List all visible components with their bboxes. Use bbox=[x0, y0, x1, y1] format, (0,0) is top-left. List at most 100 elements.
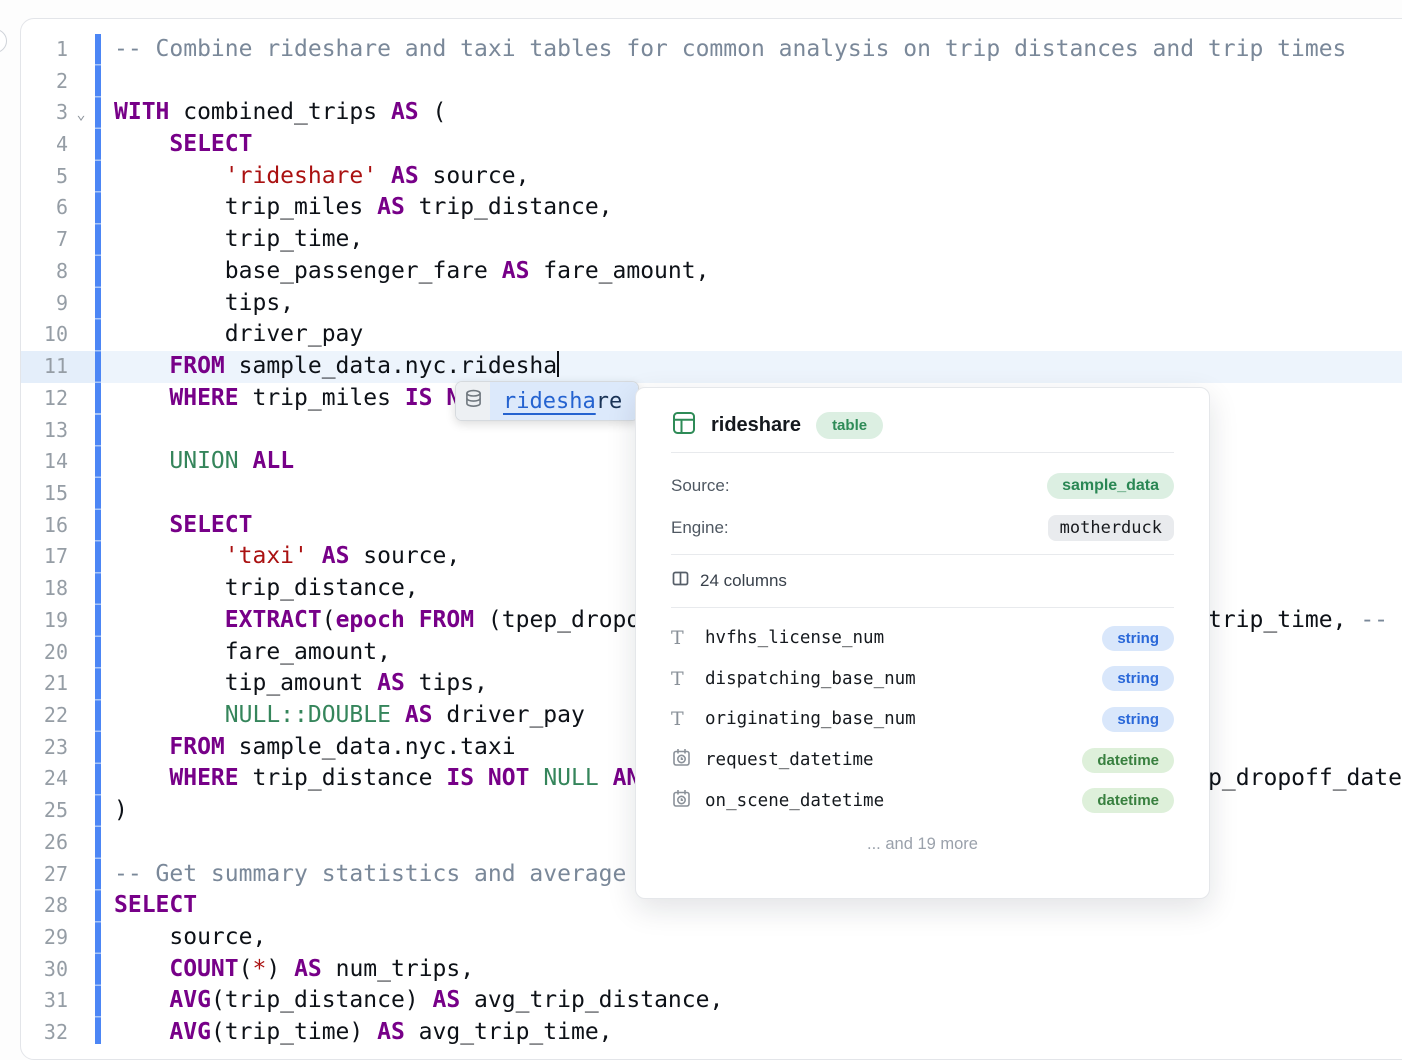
line-number[interactable]: 26 bbox=[20, 827, 68, 859]
token-kw: AS bbox=[391, 163, 419, 189]
table-card-title: rideshare bbox=[711, 414, 801, 437]
line-number[interactable]: 4 bbox=[20, 129, 68, 161]
autocomplete-item-rideshare[interactable]: rideshare bbox=[490, 382, 638, 420]
token-kw: AS bbox=[377, 1019, 405, 1045]
code-text: trip_time, bbox=[94, 224, 363, 256]
code-text: SELECT bbox=[94, 510, 252, 542]
code-line[interactable]: 11 FROM sample_data.nyc.ridesha bbox=[20, 351, 1402, 383]
line-number[interactable]: 2 bbox=[20, 66, 68, 98]
code-text: trip_miles AS trip_distance, bbox=[94, 192, 613, 224]
code-line[interactable]: 30 COUNT(*) AS num_trips, bbox=[20, 954, 1402, 986]
token-pl bbox=[114, 987, 169, 1013]
line-number[interactable]: 32 bbox=[20, 1017, 68, 1049]
token-pl bbox=[308, 543, 322, 569]
code-text: SELECT bbox=[94, 129, 252, 161]
code-line[interactable]: 7 trip_time, bbox=[20, 224, 1402, 256]
token-pl bbox=[114, 956, 169, 982]
code-line[interactable]: 1 -- Combine rideshare and taxi tables fo… bbox=[20, 34, 1402, 66]
line-number[interactable]: 25 bbox=[20, 795, 68, 827]
line-number[interactable]: 6 bbox=[20, 192, 68, 224]
code-line[interactable]: 10 driver_pay bbox=[20, 319, 1402, 351]
line-number[interactable]: 14 bbox=[20, 446, 68, 478]
token-pl bbox=[377, 163, 391, 189]
code-line[interactable]: 2 bbox=[20, 66, 1402, 98]
line-number[interactable]: 11 bbox=[20, 351, 68, 383]
collapsed-side-button[interactable] bbox=[0, 29, 7, 53]
token-kw: WITH bbox=[114, 99, 169, 125]
line-number[interactable]: 29 bbox=[20, 922, 68, 954]
engine-value-badge: motherduck bbox=[1048, 515, 1174, 541]
code-text: -- Combine rideshare and taxi tables for… bbox=[94, 34, 1346, 66]
line-number[interactable]: 3 bbox=[20, 97, 68, 129]
code-line[interactable]: 31 AVG(trip_distance) AS avg_trip_distan… bbox=[20, 985, 1402, 1017]
line-number[interactable]: 22 bbox=[20, 700, 68, 732]
token-kw: EXTRACT bbox=[225, 607, 322, 633]
code-line[interactable]: 8 base_passenger_fare AS fare_amount, bbox=[20, 256, 1402, 288]
source-value-badge: sample_data bbox=[1047, 473, 1174, 499]
code-line[interactable]: 4 SELECT bbox=[20, 129, 1402, 161]
code-line[interactable]: 6 trip_miles AS trip_distance, bbox=[20, 192, 1402, 224]
autocomplete-icon-cell bbox=[456, 382, 490, 420]
datetime-type-icon bbox=[671, 747, 692, 773]
line-number[interactable]: 19 bbox=[20, 605, 68, 637]
line-number[interactable]: 24 bbox=[20, 763, 68, 795]
fold-chevron-icon[interactable]: ⌄ bbox=[68, 99, 94, 131]
line-number[interactable]: 7 bbox=[20, 224, 68, 256]
line-number[interactable]: 17 bbox=[20, 541, 68, 573]
token-kw: AS bbox=[405, 702, 433, 728]
column-type-badge: datetime bbox=[1082, 788, 1174, 813]
code-text: tip_amount AS tips, bbox=[94, 668, 488, 700]
line-number[interactable]: 9 bbox=[20, 288, 68, 320]
divider bbox=[671, 452, 1174, 453]
line-number[interactable]: 30 bbox=[20, 954, 68, 986]
line-number[interactable]: 16 bbox=[20, 510, 68, 542]
token-str: 'taxi' bbox=[225, 543, 308, 569]
token-pl: fare_amount, bbox=[114, 639, 391, 665]
source-label: Source: bbox=[671, 476, 730, 496]
code-text: COUNT(*) AS num_trips, bbox=[94, 954, 474, 986]
token-grn: NULL bbox=[543, 765, 598, 791]
line-number[interactable]: 20 bbox=[20, 637, 68, 669]
line-number[interactable]: 10 bbox=[20, 319, 68, 351]
columns-icon bbox=[671, 569, 690, 593]
token-kw: SELECT bbox=[169, 512, 252, 538]
columns-summary: 24 columns bbox=[671, 567, 787, 595]
line-number[interactable]: 12 bbox=[20, 383, 68, 415]
column-type-badge: string bbox=[1102, 707, 1174, 732]
token-kw: WHERE bbox=[169, 765, 238, 791]
code-line[interactable]: 29 source, bbox=[20, 922, 1402, 954]
column-name: hvfhs_license_num bbox=[705, 628, 1102, 648]
line-number[interactable]: 27 bbox=[20, 859, 68, 891]
token-kw: AS bbox=[294, 956, 322, 982]
line-number[interactable]: 5 bbox=[20, 161, 68, 193]
code-line[interactable]: 5 'rideshare' AS source, bbox=[20, 161, 1402, 193]
token-kw: FROM bbox=[169, 734, 224, 760]
line-number[interactable]: 13 bbox=[20, 415, 68, 447]
token-pl bbox=[114, 607, 225, 633]
line-number[interactable]: 8 bbox=[20, 256, 68, 288]
string-type-icon: T bbox=[671, 627, 684, 649]
more-columns-text: ... and 19 more bbox=[636, 835, 1209, 854]
line-number[interactable]: 28 bbox=[20, 890, 68, 922]
code-line[interactable]: 32 AVG(trip_time) AS avg_trip_time, bbox=[20, 1017, 1402, 1049]
column-name: originating_base_num bbox=[705, 709, 1102, 729]
token-pl bbox=[114, 765, 169, 791]
code-line[interactable]: 3⌄WITH combined_trips AS ( bbox=[20, 97, 1402, 129]
line-number[interactable]: 1 bbox=[20, 34, 68, 66]
token-pl bbox=[391, 702, 405, 728]
line-number[interactable]: 31 bbox=[20, 985, 68, 1017]
line-number[interactable]: 21 bbox=[20, 668, 68, 700]
line-number[interactable]: 15 bbox=[20, 478, 68, 510]
table-card-header: rideshare table bbox=[671, 404, 1174, 446]
token-pl: (trip_distance) bbox=[211, 987, 433, 1013]
line-number[interactable]: 23 bbox=[20, 732, 68, 764]
code-text: base_passenger_fare AS fare_amount, bbox=[94, 256, 709, 288]
code-text: SELECT bbox=[94, 890, 197, 922]
code-text: driver_pay bbox=[94, 319, 363, 351]
token-pl: tip_amount bbox=[114, 670, 377, 696]
token-grn: UNION bbox=[169, 448, 238, 474]
engine-label: Engine: bbox=[671, 518, 729, 538]
token-kw: COUNT bbox=[169, 956, 238, 982]
code-line[interactable]: 9 tips, bbox=[20, 288, 1402, 320]
line-number[interactable]: 18 bbox=[20, 573, 68, 605]
